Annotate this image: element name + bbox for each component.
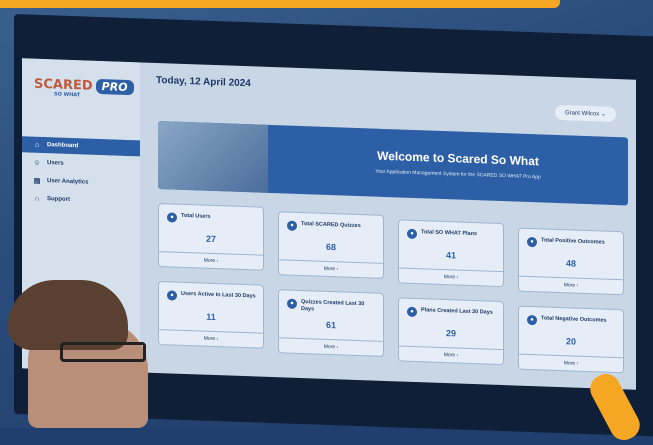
quiz-icon: ● [287, 298, 297, 309]
pro-badge: PRO [95, 78, 134, 96]
glasses [60, 342, 146, 362]
more-link[interactable]: More › [399, 345, 503, 365]
more-link[interactable]: More › [279, 259, 383, 278]
more-link[interactable]: More › [279, 337, 383, 356]
welcome-banner: Welcome to Scared So What Your Applicati… [158, 121, 628, 206]
stat-card: ● Total Positive Outcomes 48 More › [518, 227, 624, 296]
stat-card: ● Plans Created Last 30 Days 29 More › [398, 297, 504, 366]
more-link[interactable]: More › [399, 267, 503, 287]
user-menu[interactable]: Grant Wilcox ⌄ [554, 104, 616, 123]
stat-card: ● Total Negative Outcomes 20 More › [518, 305, 624, 374]
sidebar-item-user-analytics[interactable]: ▤ User Analytics [22, 172, 140, 192]
sidebar-item-dashboard[interactable]: ⌂ Dashboard [22, 136, 140, 157]
sidebar-item-users[interactable]: ☺ Users [22, 154, 140, 174]
plan-icon: ● [407, 228, 417, 240]
page-date: Today, 12 April 2024 [156, 74, 251, 90]
chevron-down-icon: ⌄ [600, 111, 606, 118]
person-with-glasses [0, 280, 170, 428]
home-icon: ⌂ [34, 141, 40, 149]
quiz-icon: ● [287, 220, 297, 231]
main-content: Today, 12 April 2024 Grant Wilcox ⌄ Welc… [140, 62, 636, 389]
person-hair [8, 280, 128, 350]
user-icon: ● [167, 212, 177, 223]
stat-card: ● Total SCARED Quizzes 68 More › [278, 211, 384, 279]
brand-logo: SCARED PRO SO WHAT [34, 77, 134, 99]
positive-icon: ● [527, 236, 537, 248]
headset-icon: ∩ [34, 195, 40, 203]
negative-icon: ● [527, 314, 537, 326]
stat-card: ● Users Active in Last 30 Days 11 More › [158, 281, 264, 349]
more-link[interactable]: More › [519, 353, 623, 373]
plan-icon: ● [407, 306, 417, 318]
more-link[interactable]: More › [519, 275, 623, 295]
more-link[interactable]: More › [159, 251, 263, 270]
sidebar-item-support[interactable]: ∩ Support [22, 190, 140, 210]
brand-subtitle: SO WHAT [54, 91, 81, 99]
stat-card: ● Quizzes Created Last 30 Days 61 More › [278, 289, 384, 357]
more-link[interactable]: More › [159, 329, 263, 348]
banner-photo [158, 121, 268, 193]
stat-card: ● Total Users 27 More › [158, 203, 264, 271]
analytics-icon: ▤ [33, 177, 41, 185]
users-icon: ☺ [33, 159, 41, 167]
orange-top-bar [0, 0, 560, 8]
stat-card: ● Total SO WHAT Plans 41 More › [398, 219, 504, 288]
